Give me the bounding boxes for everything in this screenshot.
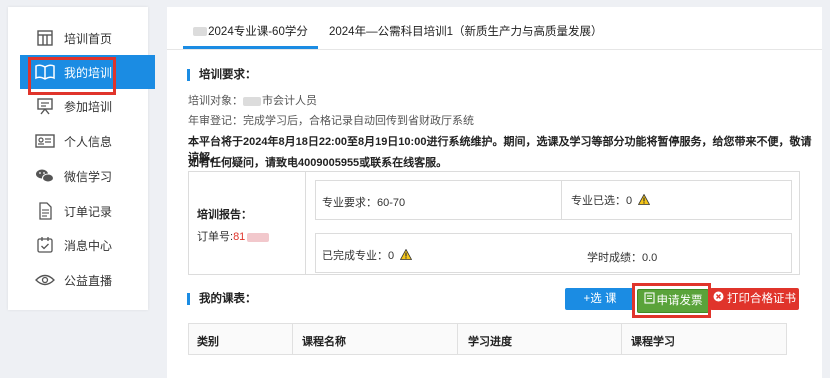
wechat-icon: [34, 165, 56, 187]
divider: [457, 324, 458, 354]
sidebar: 培训首页 我的培训 参加培训 个人信息 微信学习 订单记录 消息中心 公益直播: [8, 7, 155, 310]
sidebar-item-label: 订单记录: [64, 204, 113, 219]
sidebar-item-my-training[interactable]: 我的培训: [20, 55, 155, 89]
sidebar-item-label: 参加培训: [64, 99, 113, 114]
major-completed: 已完成专业：0: [322, 247, 413, 263]
close-circle-icon: [713, 288, 724, 310]
id-card-icon: [34, 130, 56, 152]
major-selected: 专业已选：0: [571, 192, 651, 208]
course-table-header: 类别 课程名称 学习进度 课程学习: [188, 323, 787, 355]
training-report-table: 培训报告： 订单号:81 专业要求：60-70 专业已选：0 已完成专业：0 学…: [188, 171, 800, 275]
tab-bar: 2024专业课-60学分 2024年—公需科目培训1（新质生产力与高质量发展）: [167, 7, 822, 50]
sidebar-item-label: 我的培训: [64, 65, 113, 80]
annual-registration: 年审登记：完成学习后，合格记录自动回传到省财政厅系统: [188, 115, 474, 127]
sidebar-item-personal-info[interactable]: 个人信息: [8, 124, 148, 158]
divider: [561, 180, 562, 220]
training-target: 培训对象： 市会计人员: [188, 95, 317, 107]
report-label-cell: 培训报告： 订单号:81: [189, 172, 306, 274]
divider: [292, 324, 293, 354]
divider: [621, 324, 622, 354]
print-certificate-button[interactable]: 打印合格证书: [710, 288, 799, 310]
sidebar-item-order-records[interactable]: 订单记录: [8, 194, 148, 228]
document-icon: [34, 200, 56, 222]
requirements-title: 培训要求：: [187, 69, 257, 81]
invoice-icon: [643, 290, 655, 312]
sidebar-item-label: 公益直播: [64, 273, 113, 288]
sidebar-item-message-center[interactable]: 消息中心: [8, 228, 148, 262]
warning-icon: [400, 248, 413, 263]
sidebar-item-label: 微信学习: [64, 169, 113, 184]
main-panel: 2024专业课-60学分 2024年—公需科目培训1（新质生产力与高质量发展） …: [167, 7, 822, 378]
active-tab-indicator: [183, 46, 318, 49]
training-home-icon: [34, 27, 56, 49]
column-header: 课程名称: [302, 336, 346, 348]
sidebar-item-join-training[interactable]: 参加培训: [8, 89, 148, 123]
redacted-text: [247, 232, 270, 242]
report-title: 培训报告：: [197, 209, 252, 221]
column-header: 课程学习: [631, 336, 675, 348]
contact-notice: 如有任何疑问，请致电4009005955或联系在线客服。: [188, 157, 448, 169]
tab-label: 2024专业课-60学分: [208, 26, 308, 38]
message-check-icon: [34, 234, 56, 256]
order-number: 订单号:81: [197, 228, 270, 244]
presentation-icon: [34, 95, 56, 117]
warning-icon: [638, 193, 651, 208]
sidebar-item-wechat-study[interactable]: 微信学习: [8, 159, 148, 193]
tab-label: 2024年—公需科目培训1（新质生产力与高质量发展）: [329, 26, 603, 38]
column-header: 类别: [197, 336, 219, 348]
open-book-icon: [34, 61, 56, 83]
sidebar-item-label: 个人信息: [64, 134, 113, 149]
courses-title: 我的课表：: [187, 293, 257, 305]
select-course-button[interactable]: +选 课: [565, 288, 635, 310]
sidebar-item-training-home[interactable]: 培训首页: [8, 21, 148, 55]
apply-invoice-button[interactable]: 申请发票: [637, 289, 709, 313]
redacted-text: [193, 27, 208, 37]
redacted-text: [243, 96, 261, 106]
tab-public-course[interactable]: 2024年—公需科目培训1（新质生产力与高质量发展）: [329, 23, 602, 39]
hours-score: 学时成绩：0.0: [587, 252, 658, 264]
sidebar-item-label: 培训首页: [64, 31, 113, 46]
major-required: 专业要求：60-70: [322, 197, 406, 209]
column-header: 学习进度: [468, 336, 512, 348]
sidebar-item-public-live[interactable]: 公益直播: [8, 263, 148, 297]
sidebar-item-label: 消息中心: [64, 238, 113, 253]
eye-icon: [34, 269, 56, 291]
tab-professional-course[interactable]: 2024专业课-60学分: [183, 23, 318, 39]
